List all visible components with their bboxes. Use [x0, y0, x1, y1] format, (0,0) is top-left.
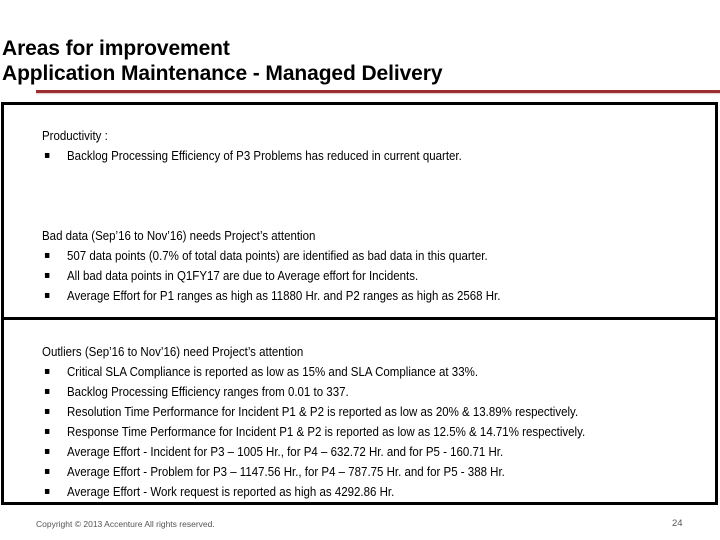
- bullet-text: Average Effort - Incident for P3 – 1005 …: [67, 445, 504, 459]
- section-outliers: Outliers (Sep’16 to Nov’16) need Project…: [42, 342, 585, 502]
- list-item: ▪ Average Effort for P1 ranges as high a…: [42, 286, 500, 306]
- bullet-text: Average Effort - Work request is reporte…: [67, 485, 395, 499]
- bullet-list: ▪ Backlog Processing Efficiency of P3 Pr…: [42, 146, 462, 166]
- bullet-list: ▪ Critical SLA Compliance is reported as…: [42, 362, 585, 502]
- bullet-text: Critical SLA Compliance is reported as l…: [67, 365, 479, 379]
- list-item: ▪ Critical SLA Compliance is reported as…: [42, 362, 478, 382]
- list-item: ▪ All bad data points in Q1FY17 are due …: [42, 266, 418, 286]
- page-number: 24: [672, 518, 683, 529]
- footer-copyright: Copyright © 2013 Accenture All rights re…: [36, 519, 215, 529]
- bullet-icon: ▪: [44, 250, 51, 261]
- section-productivity: Productivity : ▪ Backlog Processing Effi…: [42, 126, 462, 166]
- bullet-icon: ▪: [44, 290, 51, 301]
- list-item: ▪ Backlog Processing Efficiency of P3 Pr…: [42, 146, 462, 166]
- bullet-text: Backlog Processing Efficiency of P3 Prob…: [67, 149, 462, 163]
- bullet-text: Average Effort - Problem for P3 – 1147.5…: [67, 465, 505, 479]
- slide-title: Areas for improvement Application Mainte…: [2, 36, 443, 86]
- title-underline: [36, 90, 720, 93]
- bullet-text: 507 data points (0.7% of total data poin…: [67, 249, 488, 263]
- bullet-text: Response Time Performance for Incident P…: [67, 425, 586, 439]
- list-item: ▪ Backlog Processing Efficiency ranges f…: [42, 382, 349, 402]
- bullet-text: All bad data points in Q1FY17 are due to…: [67, 269, 419, 283]
- bullet-icon: ▪: [44, 386, 51, 397]
- bullet-text: Resolution Time Performance for Incident…: [67, 405, 579, 419]
- bullet-icon: ▪: [44, 150, 51, 161]
- section-heading: Outliers (Sep’16 to Nov’16) need Project…: [42, 345, 304, 359]
- bullet-icon: ▪: [44, 366, 51, 377]
- list-item: ▪ Average Effort - Work request is repor…: [42, 482, 394, 502]
- bullet-icon: ▪: [44, 466, 51, 477]
- bullet-text: Average Effort for P1 ranges as high as …: [67, 289, 501, 303]
- bullet-list: ▪ 507 data points (0.7% of total data po…: [42, 246, 500, 306]
- bullet-icon: ▪: [44, 446, 51, 457]
- slide-title-line-2: Application Maintenance - Managed Delive…: [2, 62, 443, 85]
- bullet-icon: ▪: [44, 406, 51, 417]
- section-bad-data: Bad data (Sep’16 to Nov’16) needs Projec…: [42, 226, 500, 306]
- list-item: ▪ Average Effort - Problem for P3 – 1147…: [42, 462, 505, 482]
- bullet-icon: ▪: [44, 486, 51, 497]
- bullet-icon: ▪: [44, 426, 51, 437]
- bullet-text: Backlog Processing Efficiency ranges fro…: [67, 385, 349, 399]
- list-item: ▪ Average Effort - Incident for P3 – 100…: [42, 442, 503, 462]
- section-heading: Bad data (Sep’16 to Nov’16) needs Projec…: [42, 229, 316, 243]
- list-item: ▪ Response Time Performance for Incident…: [42, 422, 585, 442]
- bullet-icon: ▪: [44, 270, 51, 281]
- list-item: ▪ 507 data points (0.7% of total data po…: [42, 246, 488, 266]
- section-heading: Productivity :: [42, 129, 108, 143]
- list-item: ▪ Resolution Time Performance for Incide…: [42, 402, 578, 422]
- slide-title-line-1: Areas for improvement: [2, 37, 230, 60]
